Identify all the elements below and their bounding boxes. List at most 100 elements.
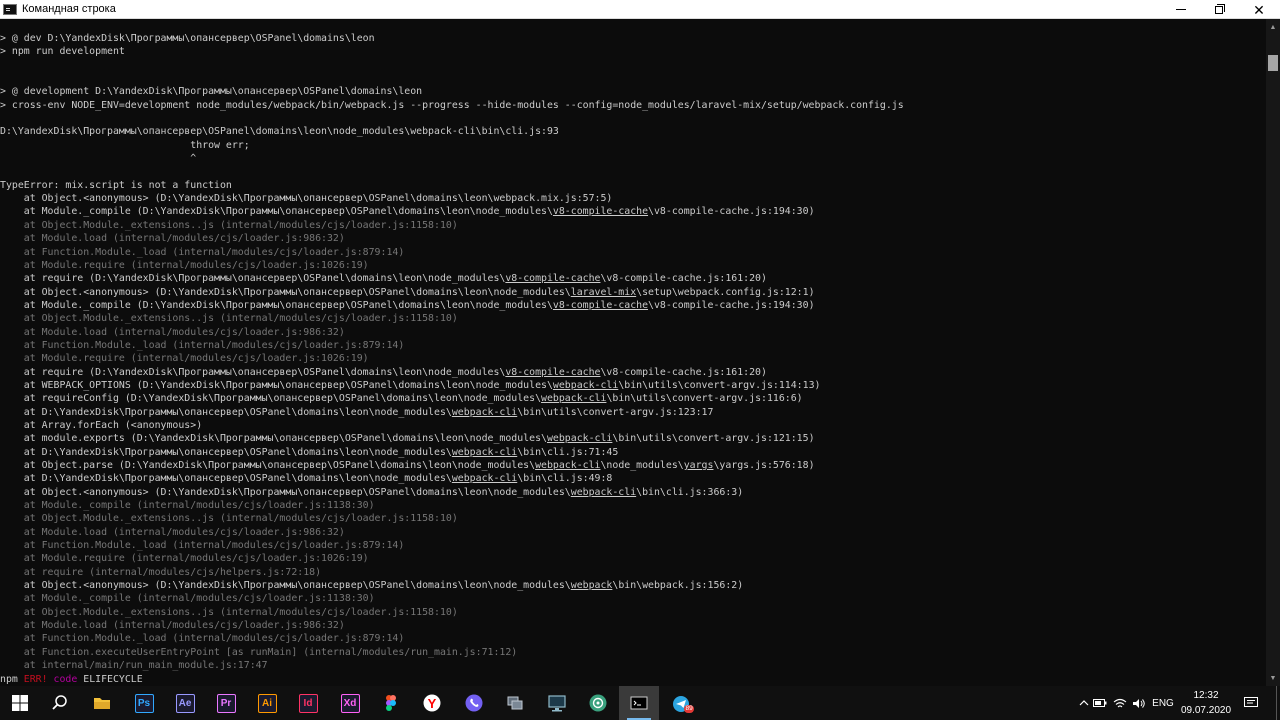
battery-icon[interactable]	[1093, 686, 1107, 720]
restore-icon	[1215, 3, 1225, 14]
scroll-up-arrow-icon[interactable]: ▲	[1266, 19, 1280, 35]
console-line: at Object.Module._extensions..js (intern…	[0, 219, 458, 231]
console-line: at Function.Module._load (internal/modul…	[0, 540, 405, 552]
console-line: at D:\YandexDisk\Программы\опансервер\OS…	[0, 473, 613, 485]
command-prompt-taskbar-button[interactable]	[619, 686, 659, 720]
window-titlebar[interactable]: Командная строка ✕	[0, 0, 1280, 19]
search-button-taskbar-button[interactable]	[40, 686, 80, 720]
console-output[interactable]: > @ dev D:\YandexDisk\Программы\опансерв…	[0, 19, 1266, 686]
tray-overflow-button[interactable]	[1075, 686, 1093, 720]
search-icon	[52, 695, 67, 710]
adobe-xd-taskbar-button[interactable]: Xd	[330, 686, 370, 720]
start-button-taskbar-button[interactable]	[0, 686, 40, 720]
module-name: webpack	[570, 580, 613, 592]
console-line: at Object.<anonymous> (D:\YandexDisk\Про…	[0, 193, 613, 205]
photoshop-taskbar-button[interactable]: Ps	[124, 686, 164, 720]
file-explorer-taskbar-button[interactable]	[82, 686, 122, 720]
viber-taskbar-button[interactable]	[454, 686, 494, 720]
npm-err-label: ERR!	[23, 673, 48, 685]
console-line: at require (D:\YandexDisk\Программы\опан…	[0, 273, 767, 285]
console-line: > @ development D:\YandexDisk\Программы\…	[0, 86, 423, 98]
console-line: at internal/main/run_main_module.js:17:4…	[0, 660, 268, 672]
svg-text:Y: Y	[428, 696, 437, 711]
console-line: at Object.Module._extensions..js (intern…	[0, 313, 458, 325]
chevron-up-icon	[1079, 700, 1089, 706]
console-line: at Module.load (internal/modules/cjs/loa…	[0, 526, 345, 538]
console-line: at requireConfig (D:\YandexDisk\Программ…	[0, 393, 803, 405]
console-line: at Module.load (internal/modules/cjs/loa…	[0, 233, 345, 245]
illustrator-icon: Ai	[257, 693, 277, 713]
module-name: webpack-cli	[546, 433, 613, 445]
yandex-browser-taskbar-button[interactable]: Y	[412, 686, 452, 720]
viber-icon	[465, 694, 483, 712]
windows-logo-icon	[12, 695, 28, 711]
console-line: at Function.Module._load (internal/modul…	[0, 246, 405, 258]
show-desktop-button[interactable]	[1276, 686, 1280, 720]
module-name: webpack-cli	[535, 460, 601, 471]
minimize-button[interactable]	[1160, 0, 1202, 19]
console-line: at Function.executeUserEntryPoint [as ru…	[0, 646, 518, 658]
after-effects-taskbar-button[interactable]: Ae	[165, 686, 205, 720]
module-name: webpack-cli	[451, 473, 518, 485]
console-line: TypeError: mix.script is not a function	[0, 179, 232, 191]
console-line: at Object.Module._extensions..js (intern…	[0, 513, 458, 525]
telegram-taskbar-button[interactable]: 89	[661, 686, 701, 720]
language-indicator[interactable]: ENG	[1150, 686, 1176, 720]
minimize-icon	[1176, 9, 1186, 10]
folder-icon	[94, 698, 110, 709]
console-line: at Module.require (internal/modules/cjs/…	[0, 353, 369, 365]
indesign-icon: Id	[298, 693, 318, 713]
console-line: at Module.load (internal/modules/cjs/loa…	[0, 620, 345, 632]
npm-code-value: ELIFECYCLE	[83, 673, 143, 685]
chatgpt-taskbar-button[interactable]	[578, 686, 618, 720]
restore-button[interactable]	[1198, 0, 1240, 19]
scroll-down-arrow-icon[interactable]: ▼	[1266, 670, 1280, 686]
illustrator-taskbar-button[interactable]: Ai	[247, 686, 287, 720]
module-name: webpack-cli	[570, 486, 637, 498]
scroll-thumb[interactable]	[1268, 55, 1278, 71]
console-line: at Module.require (internal/modules/cjs/…	[0, 553, 369, 565]
console-line: at Object.<anonymous> (D:\YandexDisk\Про…	[0, 580, 744, 592]
console-line: npm ERR! code ELIFECYCLE	[0, 673, 1266, 686]
clock[interactable]: 12:32 09.07.2020	[1178, 688, 1234, 718]
premiere-taskbar-button[interactable]: Pr	[206, 686, 246, 720]
console-line: at Module._compile (D:\YandexDisk\Програ…	[0, 206, 815, 218]
indesign-taskbar-button[interactable]: Id	[288, 686, 328, 720]
console-line: > npm run development	[0, 46, 125, 58]
module-name: v8-compile-cache	[552, 206, 649, 218]
console-line: at require (D:\YandexDisk\Программы\опан…	[0, 366, 767, 378]
figma-taskbar-button[interactable]	[371, 686, 411, 720]
close-icon: ✕	[1253, 1, 1265, 18]
module-name: webpack-cli	[451, 406, 518, 418]
console-line: at WEBPACK_OPTIONS (D:\YandexDisk\Програ…	[0, 379, 821, 391]
npm-code-label: code	[53, 673, 78, 685]
notifications-button[interactable]	[1240, 686, 1262, 720]
module-name: yargs	[683, 460, 714, 471]
monitor-icon	[548, 695, 566, 712]
console-line: > cross-env NODE_ENV=development node_mo…	[0, 99, 904, 111]
window-title: Командная строка	[22, 3, 116, 15]
console-line: at Array.forEach (<anonymous>)	[0, 419, 203, 431]
remote-desktop-taskbar-button[interactable]	[537, 686, 577, 720]
vertical-scrollbar[interactable]: ▲ ▼	[1266, 19, 1280, 686]
notification-icon	[1244, 697, 1258, 707]
premiere-icon: Pr	[216, 693, 236, 713]
module-name: webpack-cli	[541, 393, 607, 405]
wifi-icon[interactable]	[1112, 686, 1128, 720]
terminal-icon	[630, 696, 648, 710]
module-name: webpack-cli	[451, 446, 518, 458]
console-line: ^	[0, 153, 197, 165]
command-prompt-icon	[3, 3, 17, 15]
network-app-taskbar-button[interactable]	[495, 686, 535, 720]
close-button[interactable]: ✕	[1238, 0, 1280, 19]
module-name: v8-compile-cache	[552, 299, 649, 311]
console-line: at Object.parse (D:\YandexDisk\Программы…	[0, 460, 815, 471]
console-line: at Object.<anonymous> (D:\YandexDisk\Про…	[0, 286, 815, 298]
volume-icon[interactable]	[1131, 686, 1147, 720]
console-line: at Module._compile (D:\YandexDisk\Програ…	[0, 299, 815, 311]
npm-prefix: npm	[0, 673, 24, 685]
telegram-unread-badge: 89	[684, 705, 695, 713]
module-name: v8-compile-cache	[505, 366, 601, 378]
